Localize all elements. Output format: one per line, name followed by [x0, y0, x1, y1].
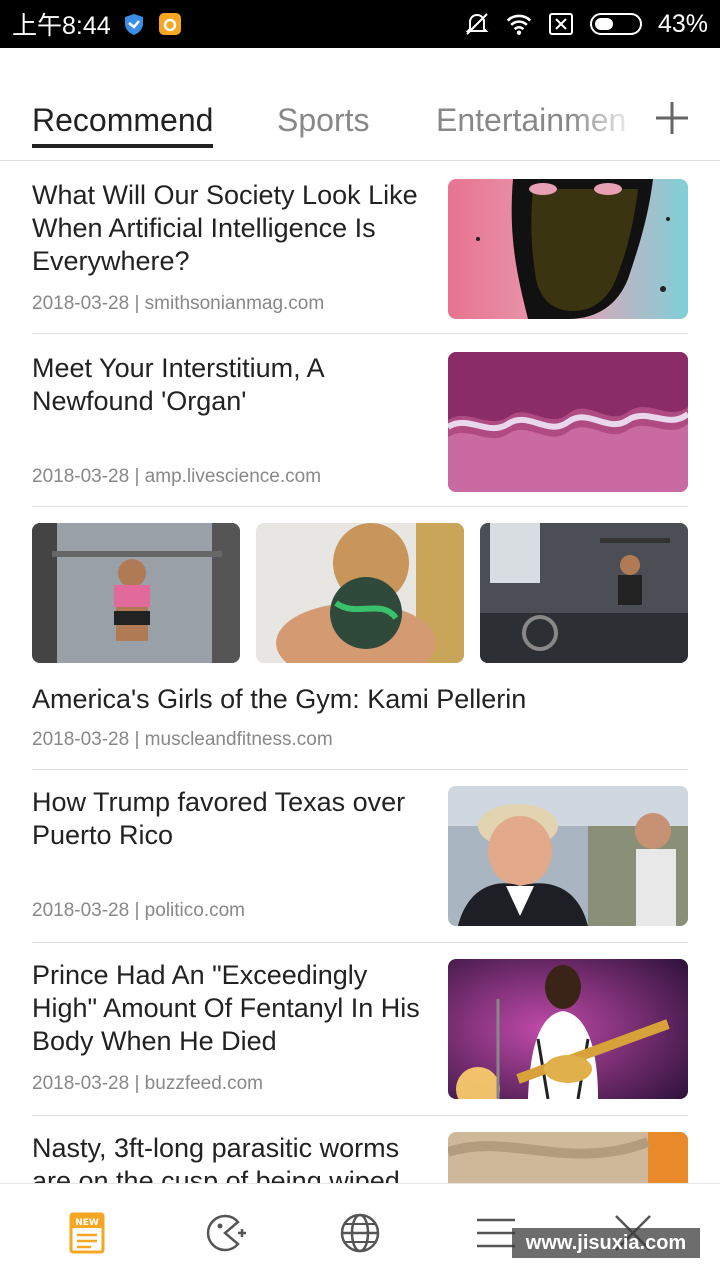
shield-icon [121, 11, 147, 37]
watermark: www.jisuxia.com [512, 1228, 700, 1258]
tab-sports[interactable]: Sports [277, 102, 369, 139]
news-item[interactable]: What Will Our Society Look Like When Art… [32, 179, 688, 319]
worm-thumbnail[interactable] [448, 1132, 688, 1183]
active-tab-indicator [32, 144, 213, 148]
news-title[interactable]: What Will Our Society Look Like When Art… [32, 179, 432, 278]
add-tab-icon[interactable] [652, 98, 692, 138]
svg-text:NEW: NEW [75, 1218, 99, 1228]
no-sim-icon [548, 11, 574, 37]
news-title[interactable]: Nasty, 3ft-long parasitic worms are on t… [32, 1132, 432, 1183]
gym-thumbnail-1[interactable] [32, 523, 240, 663]
news-title[interactable]: Prince Had An "Exceedingly High" Amount … [32, 959, 432, 1058]
news-feed: What Will Our Society Look Like When Art… [0, 161, 720, 1183]
category-tabs: Recommend Sports Entertainmen [0, 48, 720, 161]
news-item[interactable]: How Trump favored Texas over Puerto Rico… [32, 786, 688, 926]
uc-browser-icon [157, 11, 183, 37]
wifi-icon [506, 11, 532, 37]
feed-divider [32, 942, 688, 943]
feed-divider [32, 769, 688, 770]
news-item[interactable]: Meet Your Interstitium, A Newfound 'Orga… [32, 352, 688, 492]
tab-recommend[interactable]: Recommend [32, 102, 213, 139]
status-time: 上午8:44 [12, 12, 111, 40]
news-meta: 2018-03-28 | buzzfeed.com [32, 1073, 263, 1094]
battery-icon [589, 13, 642, 35]
news-title[interactable]: How Trump favored Texas over Puerto Rico [32, 786, 432, 852]
news-meta: 2018-03-28 | amp.livescience.com [32, 466, 322, 487]
news-icon[interactable]: NEW [63, 1208, 113, 1258]
feed-divider [32, 333, 688, 334]
news-meta: 2018-03-28 | smithsonianmag.com [32, 293, 325, 314]
gym-thumbnail-2[interactable] [256, 523, 464, 663]
prince-thumbnail[interactable] [448, 959, 688, 1099]
news-item[interactable]: Nasty, 3ft-long parasitic worms are on t… [32, 1132, 688, 1183]
news-item-gallery[interactable]: America's Girls of the Gym: Kami Pelleri… [32, 523, 688, 753]
mute-bell-icon [464, 11, 490, 37]
battery-percent: 43% [657, 9, 708, 38]
gym-thumbnail-3[interactable] [480, 523, 688, 663]
feed-divider [32, 506, 688, 507]
news-meta: 2018-03-28 | politico.com [32, 900, 245, 921]
ai-face-thumbnail[interactable] [448, 179, 688, 319]
news-title[interactable]: America's Girls of the Gym: Kami Pelleri… [32, 683, 688, 716]
news-meta: 2018-03-28 | muscleandfitness.com [32, 729, 333, 750]
news-title[interactable]: Meet Your Interstitium, A Newfound 'Orga… [32, 352, 432, 418]
news-item[interactable]: Prince Had An "Exceedingly High" Amount … [32, 959, 688, 1099]
status-bar: 上午8:44 43% [0, 0, 720, 48]
tissue-thumbnail[interactable] [448, 352, 688, 492]
tab-fade [570, 88, 640, 148]
game-icon[interactable] [200, 1208, 250, 1258]
globe-icon[interactable] [335, 1208, 385, 1258]
trump-thumbnail[interactable] [448, 786, 688, 926]
feed-divider [32, 1115, 688, 1116]
